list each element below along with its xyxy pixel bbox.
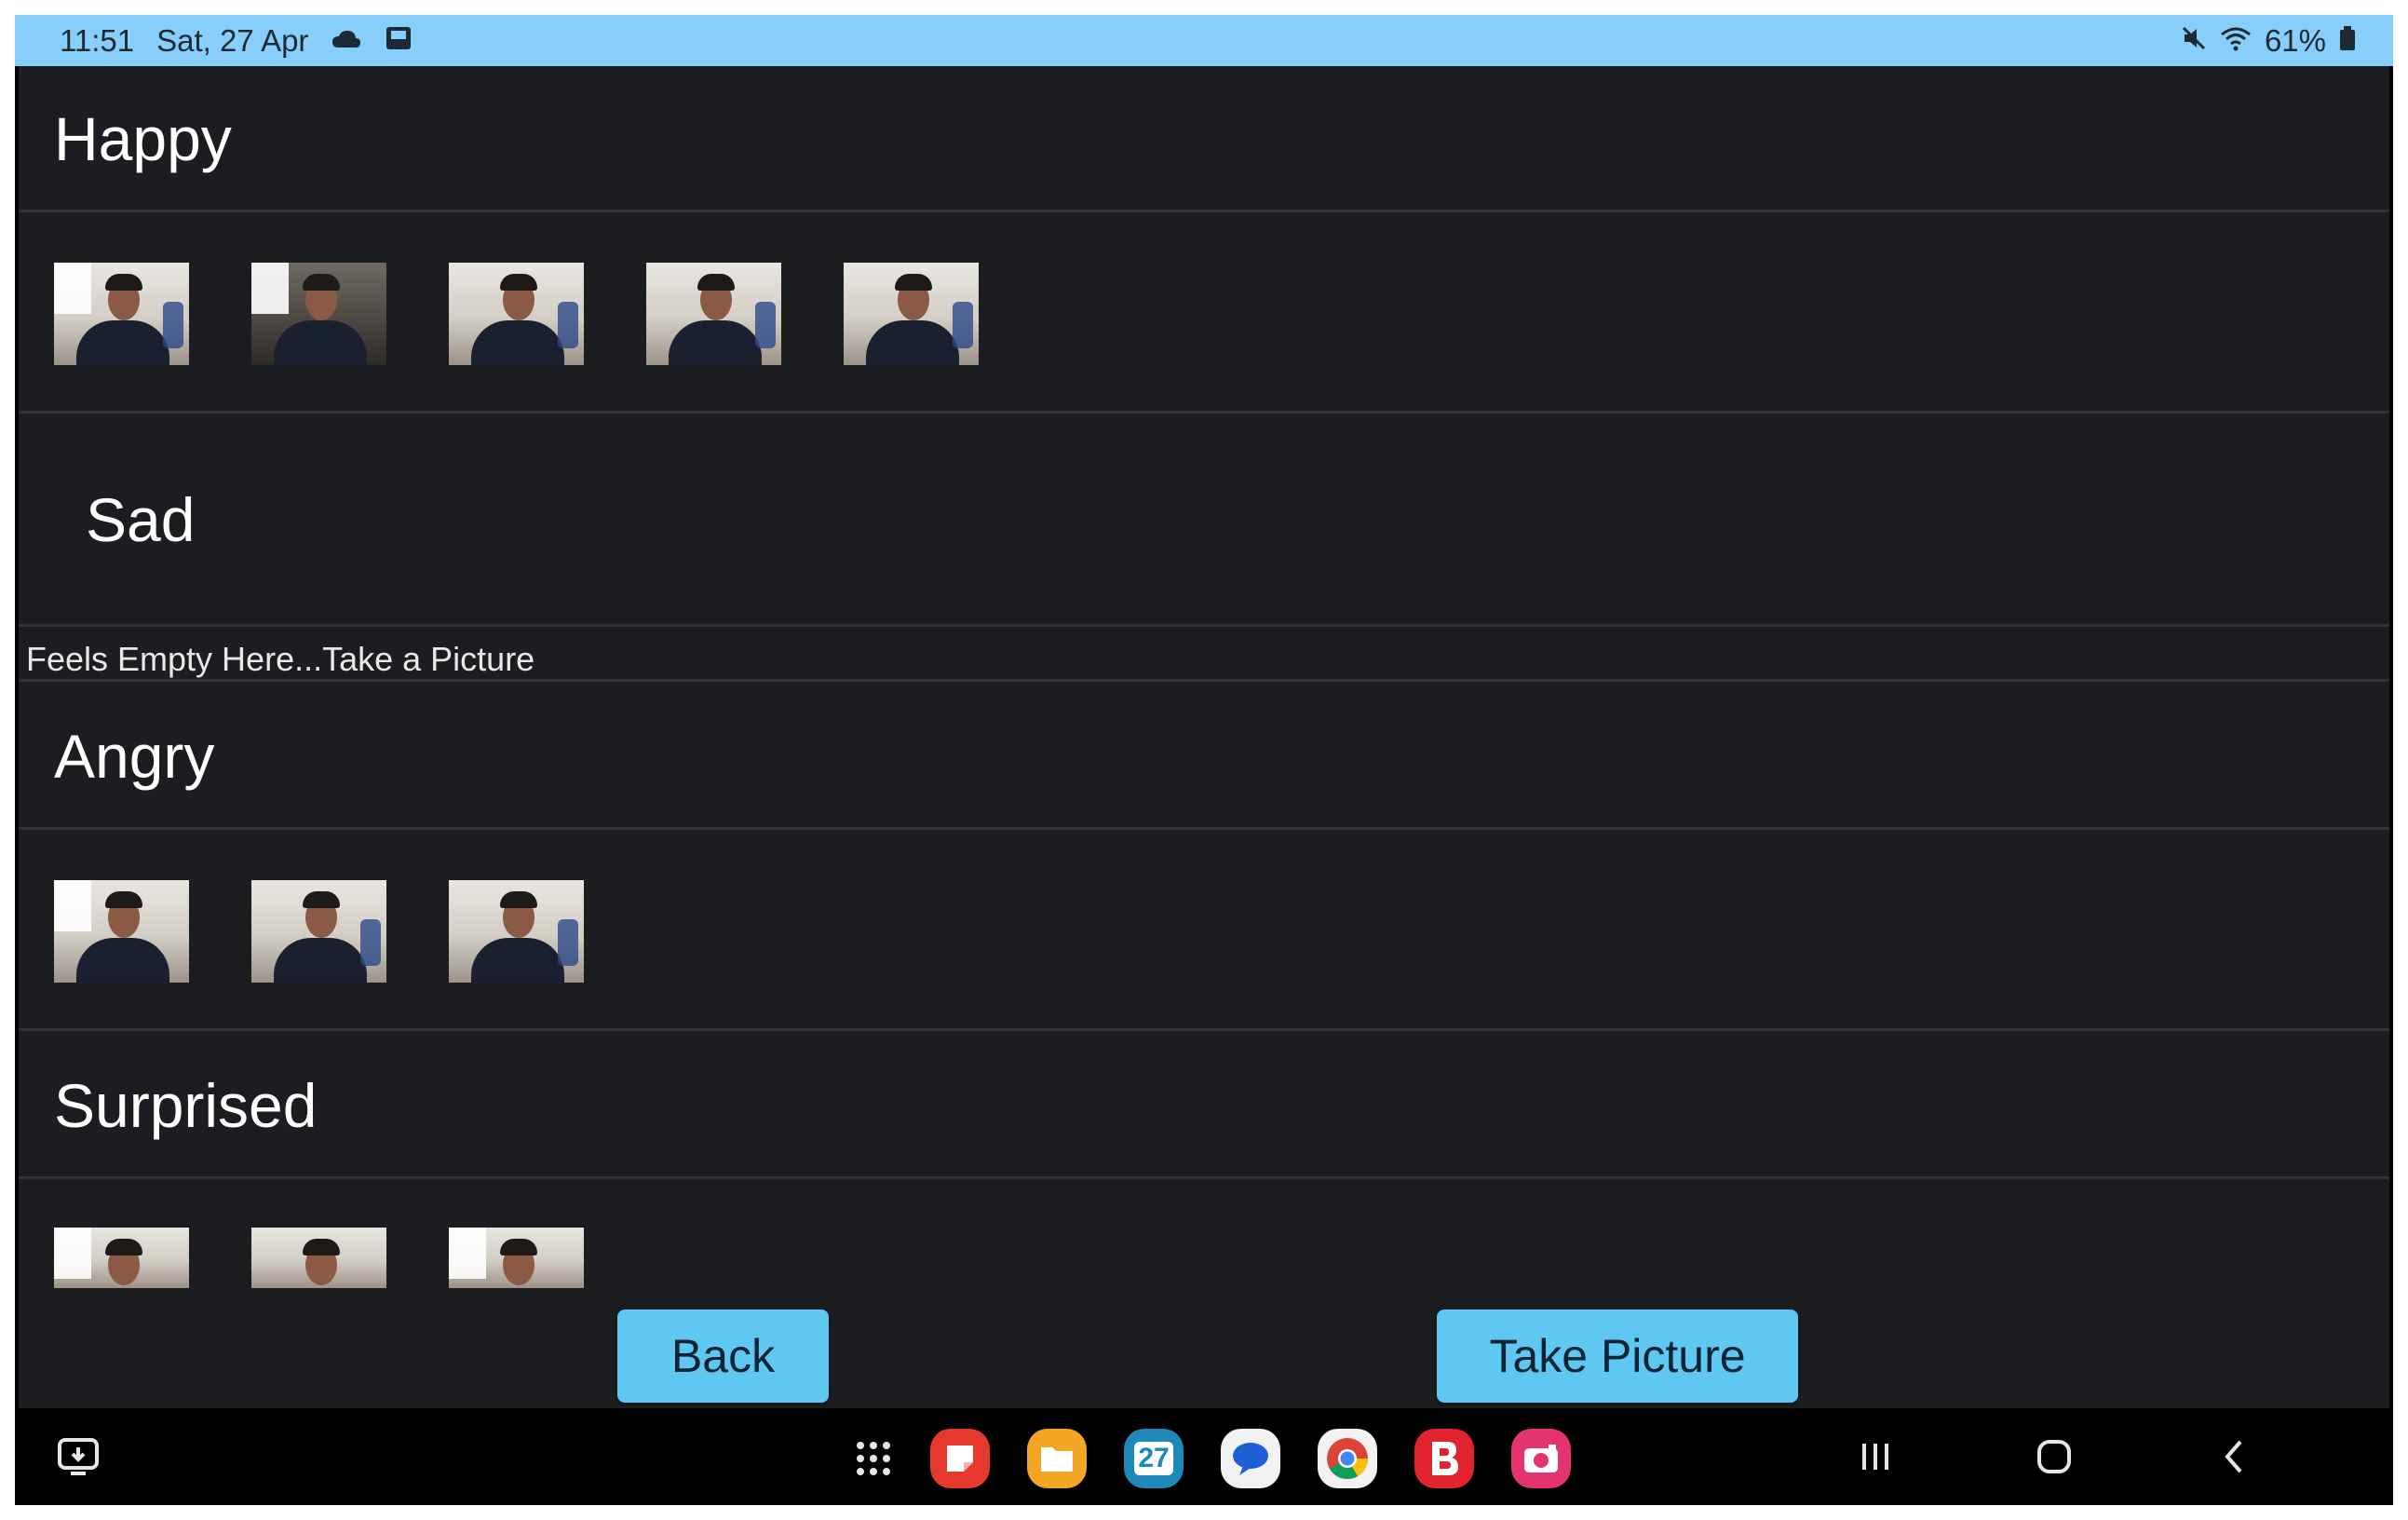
- photo-thumbnail[interactable]: [251, 263, 386, 365]
- app-content[interactable]: Happy Sad Feels Empty Here...Take a Pict…: [19, 66, 2389, 1408]
- messages-app-icon[interactable]: [1221, 1429, 1280, 1488]
- photo-thumbnail[interactable]: [646, 263, 781, 365]
- photo-thumbnail[interactable]: [449, 263, 584, 365]
- app-drawer-icon[interactable]: [853, 1438, 894, 1484]
- back-button[interactable]: Back: [617, 1310, 829, 1403]
- battery-percent: 61%: [2264, 23, 2326, 58]
- photo-thumbnail[interactable]: [449, 880, 584, 983]
- take-picture-button[interactable]: Take Picture: [1437, 1310, 1798, 1403]
- mute-icon: [2181, 23, 2207, 59]
- navigation-bar: 27: [15, 1408, 2393, 1505]
- photo-thumbnail[interactable]: [449, 1228, 584, 1288]
- status-bar: 11:51 Sat, 27 Apr 61%: [15, 15, 2393, 66]
- photo-thumbnail[interactable]: [54, 1228, 189, 1288]
- screen-recorder-icon[interactable]: [56, 1434, 101, 1484]
- empty-state-message: Feels Empty Here...Take a Picture: [26, 640, 535, 678]
- section-title-sad: Sad: [86, 485, 196, 554]
- files-app-icon[interactable]: [1027, 1429, 1087, 1488]
- thumbnail-row-angry: [19, 830, 2389, 1031]
- chrome-app-icon[interactable]: [1318, 1429, 1377, 1488]
- photo-thumbnail[interactable]: [251, 1228, 386, 1288]
- cloud-icon: [331, 23, 362, 59]
- calendar-app-icon[interactable]: 27: [1124, 1429, 1184, 1488]
- back-nav-icon[interactable]: [2220, 1438, 2248, 1480]
- section-title-surprised: Surprised: [54, 1071, 318, 1140]
- thumbnail-row-surprised: [19, 1179, 2389, 1288]
- section-header-angry: Angry: [19, 682, 2389, 830]
- wifi-icon: [2220, 23, 2252, 59]
- recents-icon[interactable]: [1859, 1438, 1892, 1480]
- calendar-day: 27: [1134, 1442, 1173, 1475]
- section-title-happy: Happy: [54, 104, 232, 173]
- status-date: Sat, 27 Apr: [156, 23, 309, 58]
- battery-icon: [2339, 23, 2356, 59]
- section-header-sad: Sad: [19, 414, 2389, 627]
- section-header-surprised: Surprised: [19, 1031, 2389, 1179]
- thumbnail-row-happy: [19, 212, 2389, 414]
- section-header-happy: Happy: [19, 66, 2389, 212]
- status-time: 11:51: [60, 23, 135, 58]
- b-app-icon[interactable]: [1414, 1429, 1474, 1488]
- photo-thumbnail[interactable]: [844, 263, 979, 365]
- device-frame: 11:51 Sat, 27 Apr 61% Happy Sad Feels Em…: [15, 15, 2393, 1505]
- photo-thumbnail[interactable]: [54, 263, 189, 365]
- screenshot-icon: [385, 23, 413, 59]
- home-icon[interactable]: [2036, 1438, 2073, 1480]
- photo-thumbnail[interactable]: [251, 880, 386, 983]
- camera-app-icon[interactable]: [1511, 1429, 1571, 1488]
- notes-app-icon[interactable]: [930, 1429, 990, 1488]
- photo-thumbnail[interactable]: [54, 880, 189, 983]
- section-title-angry: Angry: [54, 722, 215, 791]
